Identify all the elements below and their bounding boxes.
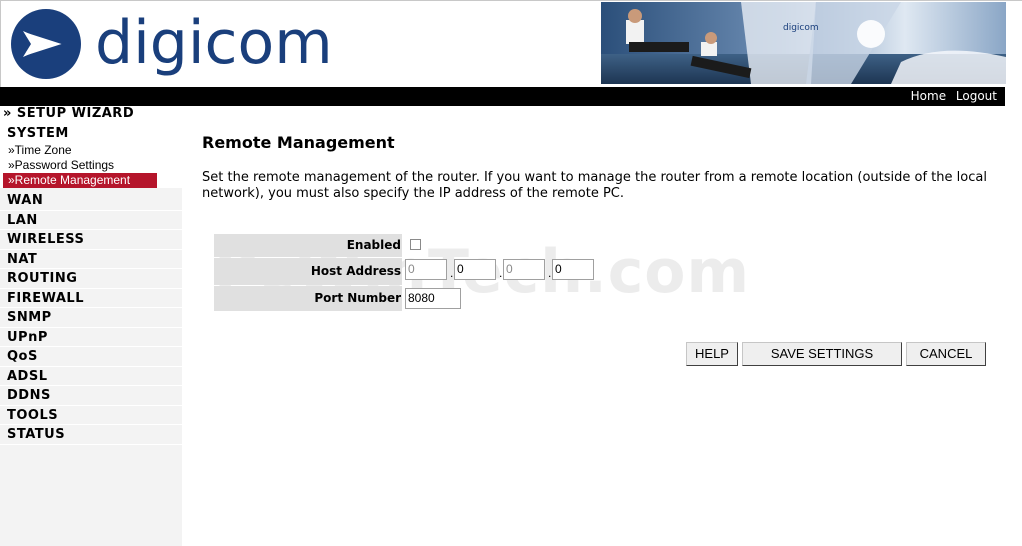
host-octet-3-input[interactable]: 0 (503, 259, 545, 280)
logout-link[interactable]: Logout (956, 89, 997, 103)
port-number-label: Port Number (314, 291, 401, 305)
nav-qos[interactable]: QoS (0, 347, 182, 367)
nav-setup-wizard[interactable]: » SETUP WIZARD (0, 106, 182, 124)
nav-remote-management[interactable]: »Remote Management (3, 173, 157, 188)
top-nav-bar: Home Logout (0, 87, 1005, 106)
nav-nat[interactable]: NAT (0, 250, 182, 269)
port-number-input[interactable]: 8080 (405, 288, 461, 309)
host-address-label-cell: Host Address (214, 258, 402, 285)
nav-tools[interactable]: TOOLS (0, 406, 182, 425)
page-description: Set the remote management of the router.… (202, 170, 987, 201)
host-octet-2-input[interactable]: 0 (454, 259, 496, 280)
top-links: Home Logout (905, 89, 997, 103)
header-banner-image: digicom (601, 2, 1006, 84)
ip-dot: . (450, 266, 454, 280)
enabled-checkbox[interactable] (410, 239, 421, 250)
nav-time-zone[interactable]: »Time Zone (0, 143, 182, 158)
nav-adsl[interactable]: ADSL (0, 367, 182, 386)
nav-routing[interactable]: ROUTING (0, 269, 182, 289)
brand-name: digicom (95, 8, 333, 78)
digicom-logo-icon (11, 9, 81, 79)
nav-password-settings[interactable]: »Password Settings (0, 158, 182, 173)
home-link[interactable]: Home (911, 89, 946, 103)
nav-system[interactable]: SYSTEM (0, 124, 182, 143)
nav-wireless[interactable]: WIRELESS (0, 230, 182, 250)
ip-dot: . (548, 266, 552, 280)
port-number-label-cell: Port Number (214, 286, 402, 311)
nav-ddns[interactable]: DDNS (0, 386, 182, 406)
svg-text:digicom: digicom (783, 23, 819, 33)
sidebar: » SETUP WIZARD SYSTEM »Time Zone »Passwo… (0, 106, 182, 546)
page-title: Remote Management (202, 133, 395, 152)
host-address-label: Host Address (310, 264, 401, 278)
nav-snmp[interactable]: SNMP (0, 308, 182, 328)
main-content: Remote Management Set the remote managem… (182, 106, 1022, 546)
host-octet-4-input[interactable]: 0 (552, 259, 594, 280)
cancel-button[interactable]: CANCEL (906, 342, 986, 366)
system-section: SYSTEM »Time Zone »Password Settings »Re… (0, 124, 182, 188)
nav-firewall[interactable]: FIREWALL (0, 289, 182, 308)
help-button[interactable]: HELP (686, 342, 738, 366)
nav-wan[interactable]: WAN (0, 191, 182, 211)
header: digicom digicom (0, 0, 1022, 87)
nav-upnp[interactable]: UPnP (0, 328, 182, 347)
nav-lan[interactable]: LAN (0, 211, 182, 230)
ip-dot: . (499, 266, 503, 280)
enabled-label-cell: Enabled (214, 234, 402, 257)
nav-status[interactable]: STATUS (0, 425, 182, 445)
enabled-label: Enabled (346, 238, 401, 252)
save-settings-button[interactable]: SAVE SETTINGS (742, 342, 902, 366)
host-octet-1-input[interactable]: 0 (405, 259, 447, 280)
